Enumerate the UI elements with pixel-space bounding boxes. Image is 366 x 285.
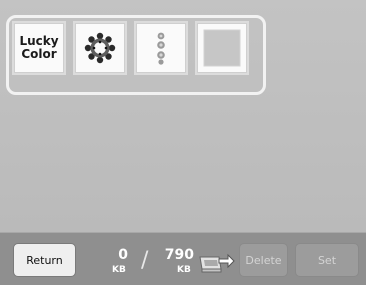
pattern-swatch-row: Lucky Color [12,21,249,75]
set-button[interactable]: Set [295,243,359,277]
flower-wreath-icon [84,32,116,64]
swatch-flower-wreath[interactable] [73,21,127,75]
swatch-blank[interactable] [195,21,249,75]
blank-square-icon [203,29,241,67]
memory-total-value: 790 [164,247,194,263]
swatch-vertical-flowers[interactable] [134,21,188,75]
embroidery-screen: Lucky Color Return 0 KB / 790 KB Delete … [0,0,366,285]
return-button[interactable]: Return [13,243,76,277]
memory-separator: / [141,248,149,273]
delete-button[interactable]: Delete [239,243,288,277]
memory-used-unit: KB [112,265,126,275]
lucky-color-text-icon: Lucky Color [19,35,58,61]
swatch-lucky-color[interactable]: Lucky Color [12,21,66,75]
memory-total-unit: KB [177,265,191,275]
lucky-color-line-2: Color [21,47,57,61]
memory-used-value: 0 [118,247,128,263]
vertical-flowers-icon [157,32,165,65]
embroidery-machine-icon [199,253,235,273]
